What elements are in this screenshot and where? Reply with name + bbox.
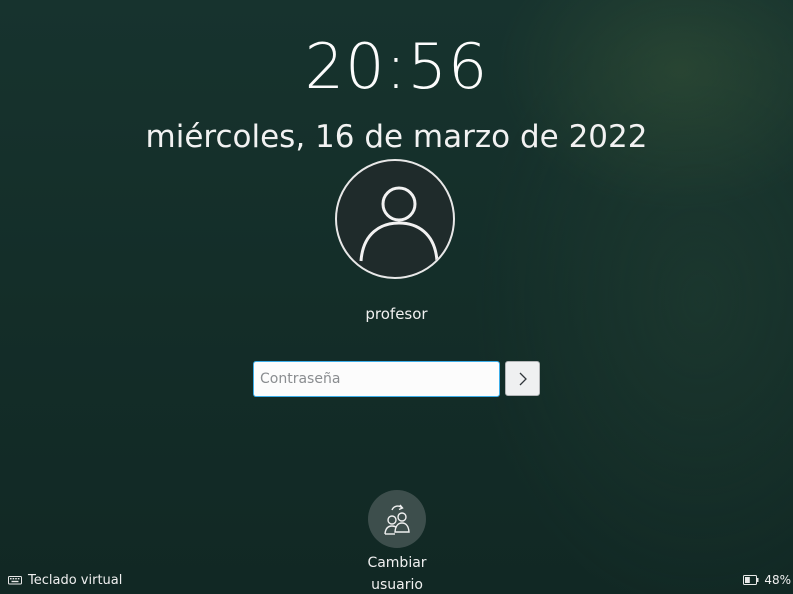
login-submit-button[interactable] [505,361,540,396]
battery-percent: 48% [764,573,791,587]
switch-user-icon-circle[interactable] [368,490,426,548]
battery-icon [743,575,759,585]
clock-time: 20:56 [304,30,489,103]
chevron-right-icon [519,372,527,385]
keyboard-icon [8,576,22,585]
switch-user-label[interactable]: Cambiar usuario [346,552,448,594]
virtual-keyboard-label[interactable]: Teclado virtual [28,573,122,588]
switch-user-button[interactable]: Cambiar usuario [346,490,448,594]
switch-user-icon [384,504,410,535]
password-input[interactable] [253,361,500,397]
virtual-keyboard-button[interactable]: Teclado virtual [8,571,122,589]
clock-date: miércoles, 16 de marzo de 2022 [145,119,648,155]
battery-indicator: 48% [743,571,791,589]
user-silhouette-icon [359,186,439,262]
user-name: profesor [365,305,428,323]
user-avatar [335,159,455,279]
